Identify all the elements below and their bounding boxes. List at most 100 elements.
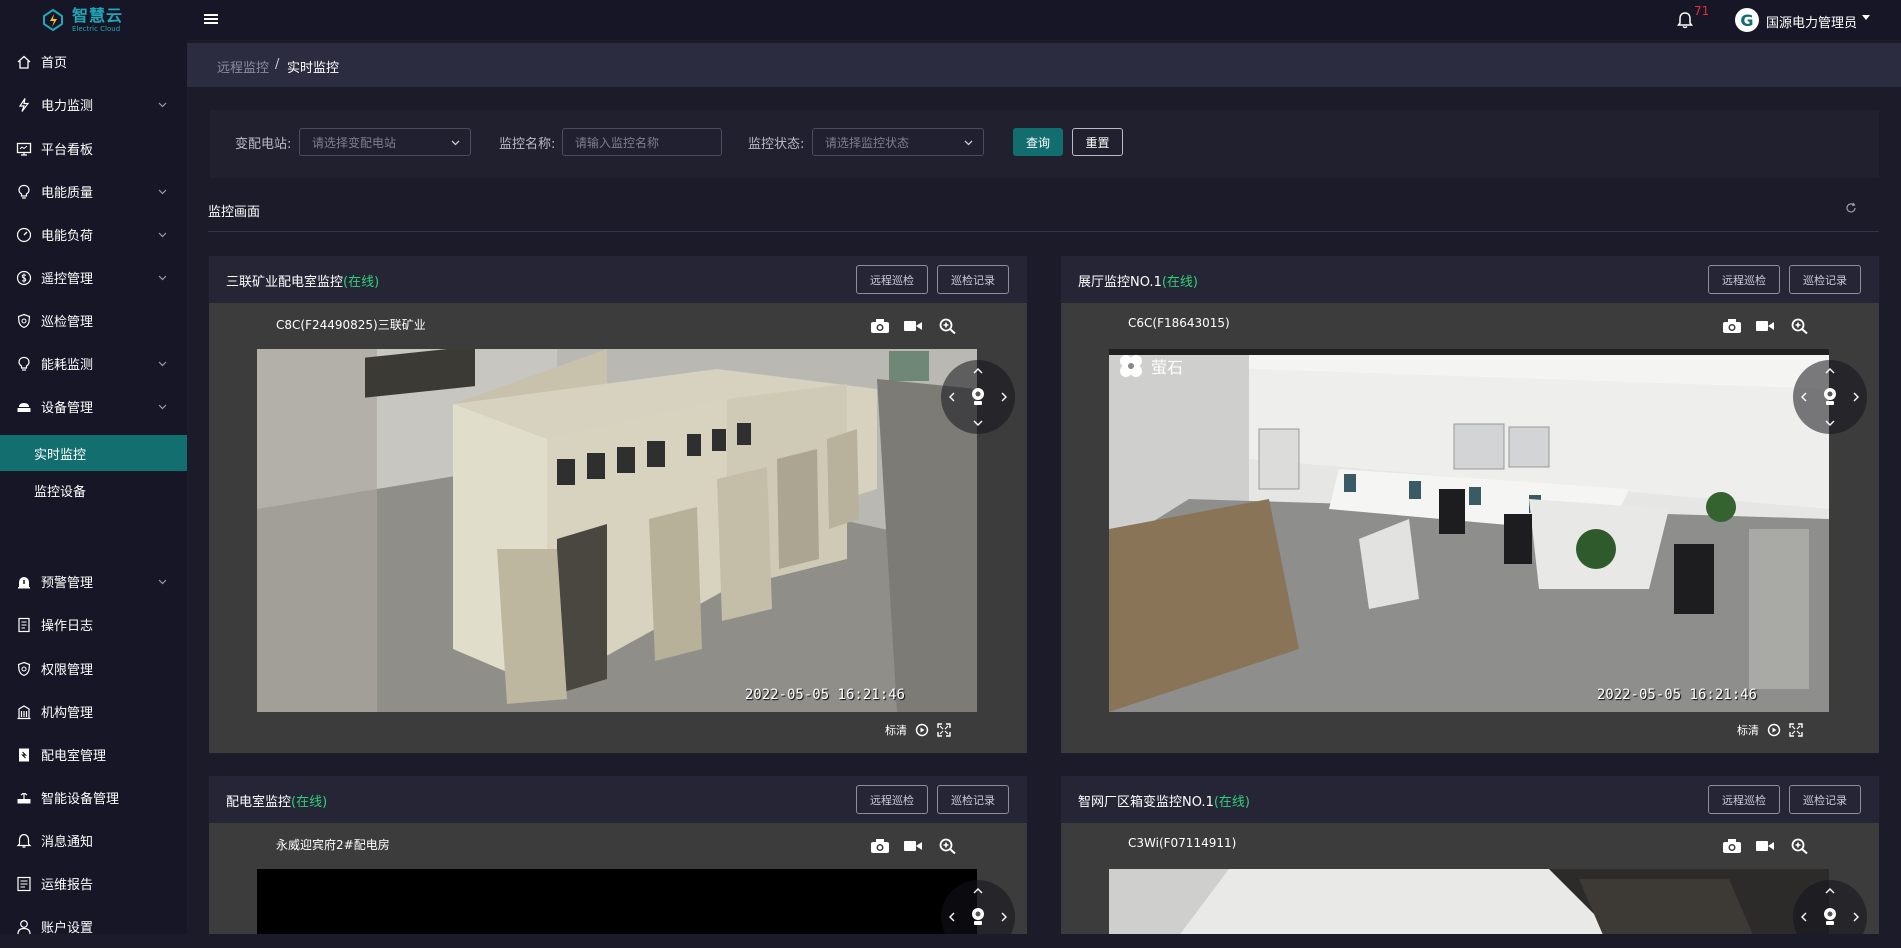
ptz-camera-icon [972,908,984,925]
name-label: 监控名称: [499,137,556,152]
breadcrumb-parent[interactable]: 远程监控 [217,57,269,76]
playback-icon[interactable] [1767,723,1781,737]
monitor-panel: 展厅监控NO.1(在线) 远程巡检 巡检记录 C6C(F18643015) 萤石… [1061,256,1879,753]
ptz-left-icon[interactable] [1798,391,1810,403]
sidebar-item-label: 运维报告 [41,878,94,893]
video-stream[interactable]: 2022-05-05 16:21:46 [257,349,977,712]
remote-inspect-button[interactable]: 远程巡检 [856,785,928,814]
ptz-up-icon[interactable] [972,365,984,377]
record-video-icon[interactable] [1755,318,1775,334]
sidebar-item[interactable]: 消息通知 [0,819,187,862]
ptz-up-icon[interactable] [1824,885,1836,897]
sidebar-item[interactable]: 机构管理 [0,690,187,733]
sidebar-item[interactable]: 权限管理 [0,647,187,690]
ptz-right-icon[interactable] [998,911,1010,923]
quality-toggle[interactable]: 标清 [1737,722,1759,738]
sidebar-item[interactable]: 智能设备管理 [0,776,187,819]
video-frame-office [1109,349,1829,712]
notification-bell-icon[interactable] [1676,11,1694,29]
panel-title-text: 展厅监控NO.1 [1078,275,1162,290]
avatar[interactable]: G [1735,8,1759,32]
ptz-down-icon[interactable] [972,417,984,429]
video-viewer: C6C(F18643015) 萤石 2022-05-05 16:21:46 标清 [1061,303,1879,753]
chevron-down-icon[interactable] [158,273,167,282]
chevron-down-icon[interactable] [158,187,167,196]
user-name[interactable]: 国源电力管理员 [1766,12,1857,31]
ptz-down-icon[interactable] [1824,417,1836,429]
zoom-in-icon[interactable] [938,838,958,854]
record-video-icon[interactable] [903,318,923,334]
ptz-right-icon[interactable] [998,391,1010,403]
zoom-in-icon[interactable] [1790,838,1810,854]
ptz-right-icon[interactable] [1850,391,1862,403]
ptz-left-icon[interactable] [946,391,958,403]
sidebar-item[interactable]: 预警管理 [0,560,187,603]
station-select[interactable]: 请选择变配电站 [299,128,471,156]
ptz-control[interactable] [941,360,1015,434]
chevron-down-icon[interactable] [158,577,167,586]
user-dropdown-caret-icon[interactable] [1862,15,1870,20]
logo[interactable]: 智慧云 Electric Cloud [40,7,140,33]
sidebar-item-label: 电能质量 [41,186,94,201]
sidebar-item[interactable]: 遥控管理 [0,256,187,299]
sidebar-subitem[interactable]: 实时监控 [0,435,187,471]
quality-toggle[interactable]: 标清 [885,722,907,738]
snapshot-camera-icon[interactable] [1722,318,1742,334]
remote-inspect-button[interactable]: 远程巡检 [856,265,928,294]
refresh-icon[interactable] [1845,202,1857,214]
inspect-records-button[interactable]: 巡检记录 [1789,265,1861,294]
record-video-icon[interactable] [1755,838,1775,854]
chevron-down-icon[interactable] [158,100,167,109]
menu-toggle-icon[interactable] [204,12,218,26]
reset-button[interactable]: 重置 [1072,128,1123,156]
sidebar-item[interactable]: 能耗监测 [0,342,187,385]
sidebar-item[interactable]: 运维报告 [0,862,187,905]
chevron-down-icon[interactable] [158,359,167,368]
video-stream[interactable]: 萤石 2022-05-05 16:21:46 [1109,349,1829,712]
fullscreen-icon[interactable] [1789,723,1803,737]
remote-inspect-button[interactable]: 远程巡检 [1708,265,1780,294]
ptz-left-icon[interactable] [946,911,958,923]
monitor-name-input[interactable]: 请输入监控名称 [562,128,722,156]
sidebar-item[interactable]: 设备管理 [0,385,187,428]
sidebar-item[interactable]: 配电室管理 [0,733,187,776]
sidebar-item[interactable]: 操作日志 [0,603,187,646]
panel-header: 智网厂区箱变监控NO.1(在线) 远程巡检 巡检记录 [1061,776,1879,823]
inspect-records-button[interactable]: 巡检记录 [1789,785,1861,814]
zoom-in-icon[interactable] [1790,318,1810,334]
snapshot-camera-icon[interactable] [1722,838,1742,854]
sidebar-subitem-label: 实时监控 [34,447,87,463]
ptz-left-icon[interactable] [1798,911,1810,923]
record-video-icon[interactable] [903,838,923,854]
fullscreen-icon[interactable] [937,723,951,737]
chevron-down-icon[interactable] [158,402,167,411]
sidebar-item[interactable]: 首页 [0,40,187,83]
ptz-up-icon[interactable] [1824,365,1836,377]
status-select[interactable]: 请选择监控状态 [812,128,984,156]
sidebar-item[interactable]: 电力监测 [0,83,187,126]
ptz-control[interactable] [1793,360,1867,434]
snapshot-camera-icon[interactable] [870,838,890,854]
remote-inspect-button[interactable]: 远程巡检 [1708,785,1780,814]
sidebar-item[interactable]: 巡检管理 [0,299,187,342]
ezviz-logo-icon [1120,355,1142,377]
video-stream[interactable] [257,869,977,934]
sidebar-subitem[interactable]: 监控设备 [0,472,187,508]
sidebar-item[interactable]: 账户设置 [0,905,187,948]
filter-bar: 变配电站: 请选择变配电站 监控名称: 请输入监控名称 监控状态: 请选择监控状… [210,110,1879,178]
sidebar-item[interactable]: 平台看板 [0,127,187,170]
snapshot-camera-icon[interactable] [870,318,890,334]
query-button[interactable]: 查询 [1013,128,1063,156]
sidebar-item[interactable]: 电能负荷 [0,213,187,256]
building-icon [17,704,31,719]
chevron-down-icon[interactable] [158,230,167,239]
logo-mark-icon [43,8,63,32]
playback-icon[interactable] [915,723,929,737]
video-stream[interactable] [1109,869,1829,934]
zoom-in-icon[interactable] [938,318,958,334]
ptz-up-icon[interactable] [972,885,984,897]
inspect-records-button[interactable]: 巡检记录 [937,785,1009,814]
sidebar-item[interactable]: 电能质量 [0,170,187,213]
inspect-records-button[interactable]: 巡检记录 [937,265,1009,294]
ptz-right-icon[interactable] [1850,911,1862,923]
